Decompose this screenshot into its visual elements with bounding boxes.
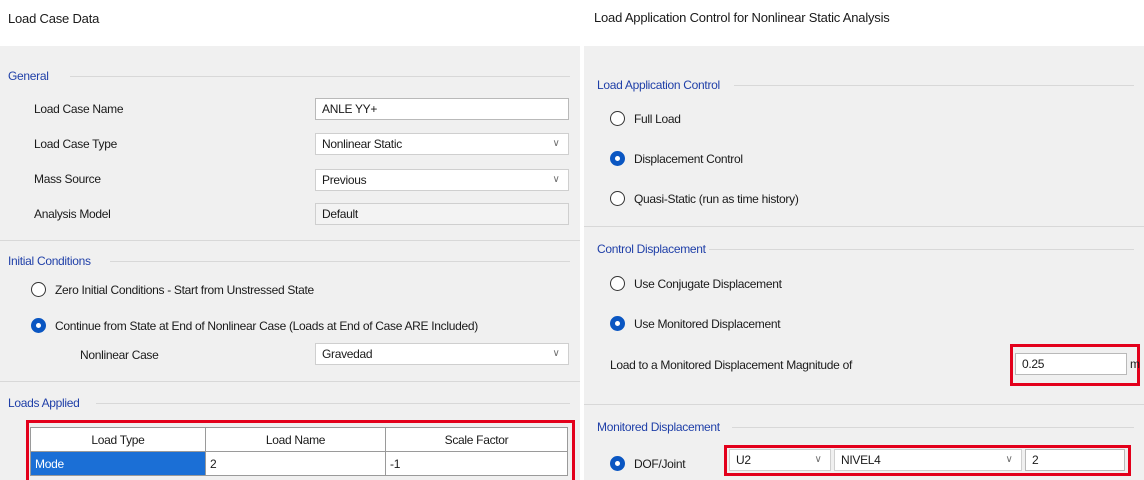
radio-monitored-displacement[interactable]: Use Monitored Displacement <box>610 316 781 331</box>
section-divider <box>70 76 570 77</box>
radio-quasi-static[interactable]: Quasi-Static (run as time history) <box>610 191 799 206</box>
chevron-down-icon: ∨ <box>1005 454 1013 465</box>
group-divider <box>0 381 580 382</box>
radio-unselected-icon <box>610 276 625 291</box>
section-divider <box>732 427 1134 428</box>
section-divider <box>96 403 570 404</box>
radio-full-load-label: Full Load <box>634 111 681 126</box>
group-divider <box>584 226 1144 227</box>
section-divider <box>110 261 570 262</box>
highlight-loads-table <box>26 420 575 480</box>
section-title-initial-conditions: Initial Conditions <box>8 254 91 268</box>
case-type-value: Nonlinear Static <box>322 137 402 151</box>
analysis-model-field: Default <box>315 203 569 225</box>
nonlinear-case-select[interactable]: Gravedad ∨ <box>315 343 569 365</box>
section-title-loads-applied: Loads Applied <box>8 396 80 410</box>
radio-monitored-displacement-label: Use Monitored Displacement <box>634 316 781 331</box>
case-name-input[interactable]: ANLE YY+ <box>315 98 569 120</box>
title-bar: Load Application Control for Nonlinear S… <box>584 0 1144 46</box>
section-title-load-application-control: Load Application Control <box>597 78 720 92</box>
radio-zero-initial[interactable]: Zero Initial Conditions - Start from Uns… <box>31 282 314 297</box>
radio-selected-icon <box>610 151 625 166</box>
radio-displacement-control[interactable]: Displacement Control <box>610 151 743 166</box>
load-application-control-panel: Load Application Control for Nonlinear S… <box>584 0 1144 480</box>
radio-dof-joint[interactable]: DOF/Joint <box>610 456 686 471</box>
magnitude-unit: m <box>1130 357 1140 371</box>
group-divider <box>584 404 1144 405</box>
window-title: Load Case Data <box>8 11 100 26</box>
mass-source-value: Previous <box>322 173 367 187</box>
chevron-down-icon: ∨ <box>814 454 822 465</box>
window-title: Load Application Control for Nonlinear S… <box>594 10 890 25</box>
point-input[interactable]: 2 <box>1025 449 1125 471</box>
case-type-select[interactable]: Nonlinear Static ∨ <box>315 133 569 155</box>
radio-dof-joint-label: DOF/Joint <box>634 456 686 471</box>
radio-unselected-icon <box>31 282 46 297</box>
radio-selected-icon <box>610 316 625 331</box>
section-title-control-displacement: Control Displacement <box>597 242 706 256</box>
chevron-down-icon: ∨ <box>552 174 560 185</box>
joint-select[interactable]: NIVEL4 ∨ <box>834 449 1022 471</box>
dof-select[interactable]: U2 ∨ <box>729 449 831 471</box>
chevron-down-icon: ∨ <box>552 138 560 149</box>
nonlinear-case-value: Gravedad <box>322 347 373 361</box>
nonlinear-case-label: Nonlinear Case <box>80 348 159 362</box>
chevron-down-icon: ∨ <box>552 348 560 359</box>
radio-quasi-static-label: Quasi-Static (run as time history) <box>634 191 799 206</box>
mass-source-label: Mass Source <box>34 172 101 186</box>
section-divider <box>734 85 1134 86</box>
radio-unselected-icon <box>610 191 625 206</box>
magnitude-input[interactable]: 0.25 <box>1015 353 1127 375</box>
section-divider <box>709 249 1134 250</box>
group-divider <box>0 240 580 241</box>
load-case-data-panel: Load Case Data General Load Case Name AN… <box>0 0 580 480</box>
radio-conjugate-displacement-label: Use Conjugate Displacement <box>634 276 782 291</box>
title-bar: Load Case Data <box>0 0 580 46</box>
radio-full-load[interactable]: Full Load <box>610 111 681 126</box>
section-title-monitored-displacement: Monitored Displacement <box>597 420 720 434</box>
dof-value: U2 <box>736 453 751 467</box>
case-name-label: Load Case Name <box>34 102 124 116</box>
radio-unselected-icon <box>610 111 625 126</box>
analysis-model-label: Analysis Model <box>34 207 111 221</box>
radio-displacement-control-label: Displacement Control <box>634 151 743 166</box>
radio-conjugate-displacement[interactable]: Use Conjugate Displacement <box>610 276 782 291</box>
magnitude-label: Load to a Monitored Displacement Magnitu… <box>610 358 852 372</box>
radio-selected-icon <box>610 456 625 471</box>
joint-value: NIVEL4 <box>841 453 881 467</box>
section-title-general: General <box>8 69 49 83</box>
mass-source-select[interactable]: Previous ∨ <box>315 169 569 191</box>
radio-selected-icon <box>31 318 46 333</box>
case-type-label: Load Case Type <box>34 137 117 151</box>
radio-continue-nonlinear[interactable]: Continue from State at End of Nonlinear … <box>31 318 478 333</box>
radio-zero-initial-label: Zero Initial Conditions - Start from Uns… <box>55 282 314 297</box>
radio-continue-nonlinear-label: Continue from State at End of Nonlinear … <box>55 318 478 333</box>
